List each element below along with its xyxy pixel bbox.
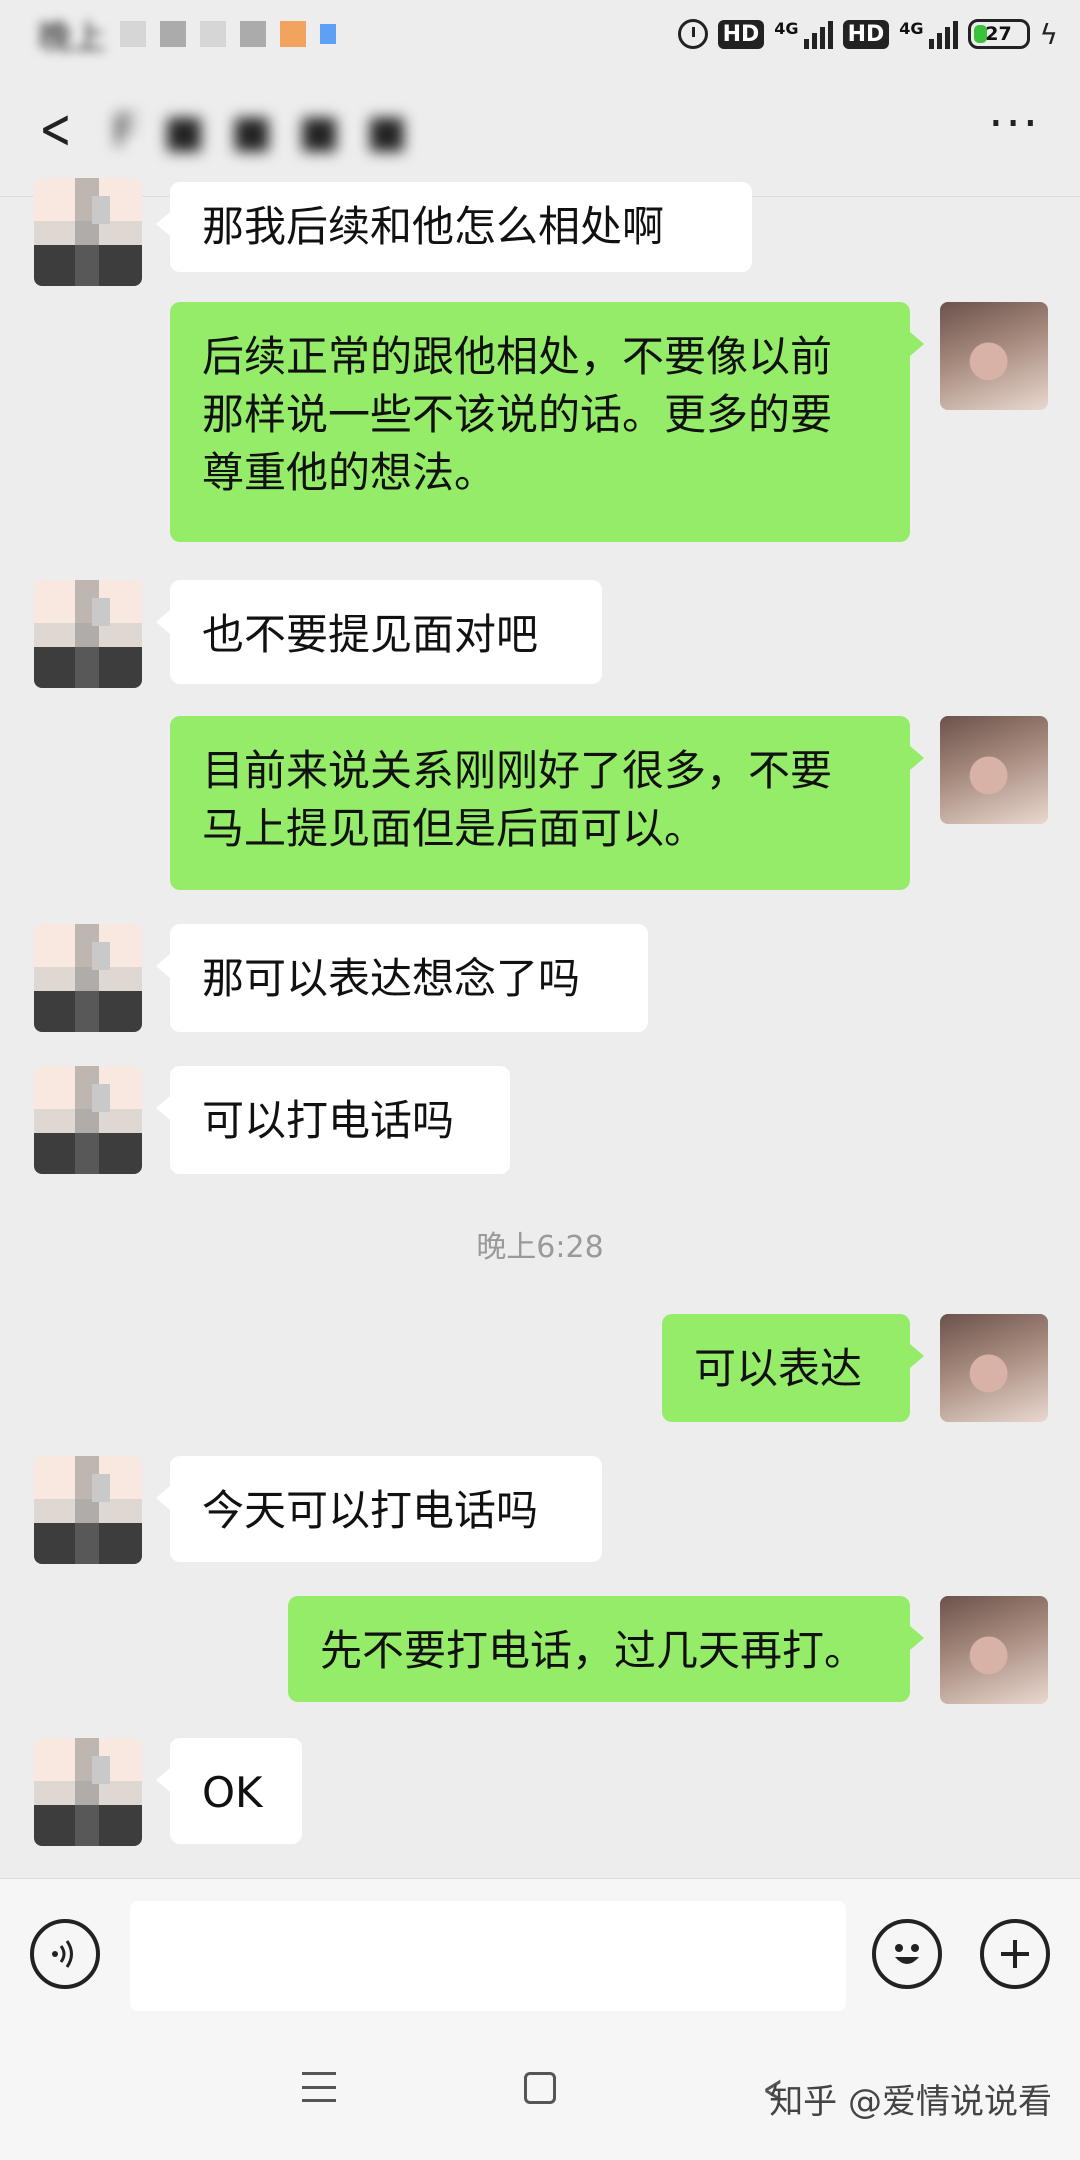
contact-avatar[interactable] [34, 580, 142, 688]
my-avatar[interactable] [940, 302, 1048, 410]
input-bar [0, 1878, 1080, 2027]
hd-badge: HD [842, 19, 890, 49]
blurred-icon [200, 21, 226, 47]
contact-avatar[interactable] [34, 1738, 142, 1846]
charging-icon: ϟ [1039, 17, 1058, 51]
message-bubble[interactable]: 先不要打电话，过几天再打。 [288, 1596, 924, 1702]
blurred-icon [240, 21, 266, 47]
voice-icon[interactable] [30, 1919, 100, 1989]
message-bubble[interactable]: 可以表达 [662, 1314, 924, 1422]
watermark: 知乎 @爱情说说看 [769, 2082, 1052, 2122]
more-icon[interactable]: ··· [988, 96, 1040, 152]
alarm-icon [677, 19, 708, 49]
signal-icon: 4G [899, 19, 958, 49]
plus-icon-glyph [1001, 1940, 1029, 1968]
emoji-icon[interactable] [872, 1919, 942, 1989]
status-bar: 晚上 HD 4G HD 4G 27 ϟ [0, 0, 1080, 66]
voice-icon-glyph [52, 1940, 73, 1968]
contact-avatar[interactable] [34, 924, 142, 1032]
back-arrow-icon[interactable]: < [39, 102, 72, 158]
message-bubble[interactable]: 那可以表达想念了吗 [156, 924, 648, 1032]
chat-header: < F ■ ■ ■ ■ ··· [0, 66, 1080, 197]
hd-badge: HD [717, 19, 765, 49]
message-bubble[interactable]: OK [156, 1738, 302, 1844]
my-avatar[interactable] [940, 1596, 1048, 1704]
message-bubble[interactable]: 那我后续和他怎么相处啊 [156, 182, 752, 272]
my-avatar[interactable] [940, 716, 1048, 824]
blurred-icon [280, 21, 306, 47]
home-icon[interactable] [524, 2072, 556, 2104]
contact-avatar[interactable] [34, 1456, 142, 1564]
message-bubble[interactable]: 后续正常的跟他相处，不要像以前 那样说一些不该说的话。更多的要 尊重他的想法。 [170, 302, 924, 542]
menu-icon[interactable] [302, 2072, 336, 2102]
battery-icon: 27 [967, 19, 1030, 49]
battery-level: 27 [985, 23, 1012, 45]
message-bubble[interactable]: 今天可以打电话吗 [156, 1456, 602, 1562]
message-input[interactable] [130, 1901, 846, 2011]
message-timestamp: 晚上6:28 [476, 1230, 604, 1265]
contact-avatar[interactable] [34, 1066, 142, 1174]
signal-icon: 4G [774, 19, 833, 49]
message-bubble[interactable]: 目前来说关系刚刚好了很多，不要 马上提见面但是后面可以。 [170, 716, 924, 890]
chat-title-blurred: F ■ ■ ■ ■ [112, 106, 414, 157]
plus-icon[interactable] [980, 1919, 1050, 1989]
my-avatar[interactable] [940, 1314, 1048, 1422]
contact-avatar[interactable] [34, 178, 142, 286]
status-time-blurred: 晚上 [38, 17, 106, 58]
blurred-icon [160, 21, 186, 47]
message-bubble[interactable]: 也不要提见面对吧 [156, 580, 602, 684]
blurred-icon [320, 24, 336, 44]
status-left-blurred: 晚上 [38, 14, 336, 58]
emoji-icon-glyph [895, 1944, 919, 1964]
system-nav-bar: < 知乎 @爱情说说看 [0, 2026, 1080, 2160]
blurred-icon [120, 21, 146, 47]
status-right: HD 4G HD 4G 27 ϟ [677, 12, 1058, 56]
message-bubble[interactable]: 可以打电话吗 [156, 1066, 510, 1174]
